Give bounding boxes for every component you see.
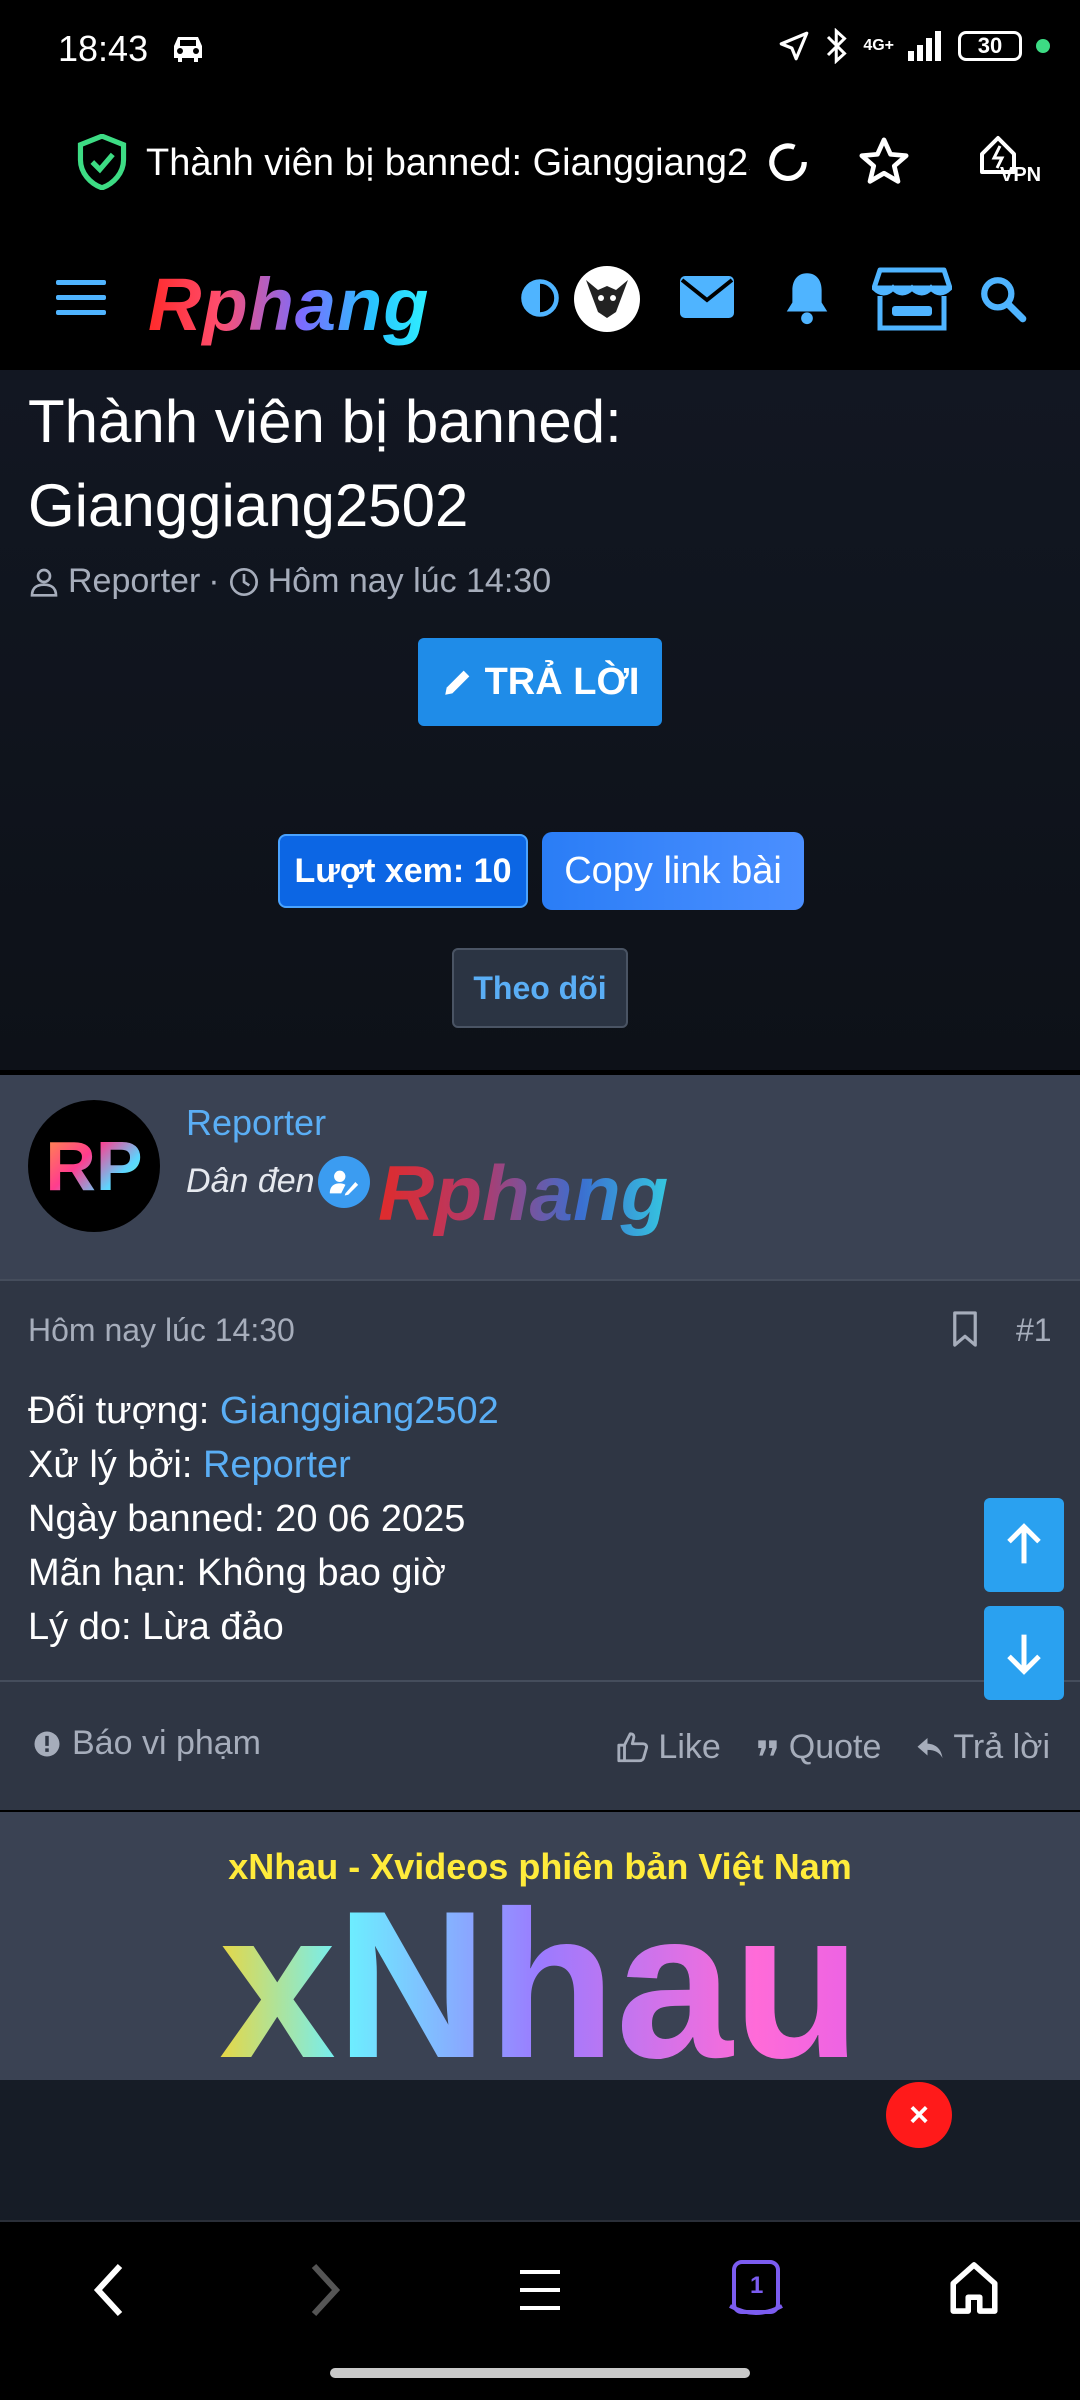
target-label: Đối tượng: bbox=[28, 1390, 220, 1432]
quote-button[interactable]: Quote bbox=[755, 1728, 882, 1767]
vpn-label: VPN bbox=[1000, 164, 1042, 186]
bell-icon[interactable] bbox=[780, 268, 834, 333]
network-label: 4G+ bbox=[863, 37, 894, 54]
post-content: Đối tượng: Gianggiang2502 Xử lý bởi: Rep… bbox=[28, 1384, 499, 1654]
user-title: Dân đen bbox=[186, 1162, 315, 1200]
post-username[interactable]: Reporter bbox=[186, 1102, 326, 1144]
target-link[interactable]: Gianggiang2502 bbox=[220, 1390, 499, 1432]
forward-icon[interactable] bbox=[304, 2262, 344, 2323]
expiry-line: Mãn hạn: Không bao giờ bbox=[28, 1552, 446, 1594]
scroll-down-button[interactable] bbox=[984, 1606, 1064, 1700]
car-icon bbox=[168, 32, 208, 71]
views-counter[interactable]: Lượt xem: 10 bbox=[278, 834, 528, 908]
thread-title: Thành viên bị banned: Gianggiang2502 bbox=[28, 388, 622, 539]
reply-button[interactable]: TRẢ LỜI bbox=[418, 638, 662, 726]
thumbs-up-icon bbox=[617, 1731, 649, 1762]
reload-icon[interactable] bbox=[762, 136, 814, 193]
pencil-icon bbox=[444, 670, 469, 695]
battery-icon: 30 bbox=[958, 31, 1022, 61]
thread-author[interactable]: Reporter bbox=[68, 562, 200, 601]
url-title[interactable]: Thành viên bị banned: Gianggiang2502 bbox=[146, 142, 750, 185]
thread-meta: Reporter · Hôm nay lúc 14:30 bbox=[28, 562, 551, 601]
ban-date-line: Ngày banned: 20 06 2025 bbox=[28, 1498, 466, 1540]
user-avatar-icon[interactable] bbox=[574, 266, 640, 332]
avatar[interactable]: RP bbox=[28, 1100, 160, 1232]
copy-link-button[interactable]: Copy link bài bbox=[542, 832, 804, 910]
divider bbox=[0, 1680, 1080, 1682]
post-date[interactable]: Hôm nay lúc 14:30 bbox=[28, 1312, 295, 1349]
report-link[interactable]: Báo vi phạm bbox=[32, 1724, 261, 1763]
quote-label: Quote bbox=[788, 1728, 882, 1766]
vpn-icon[interactable]: VPN bbox=[972, 130, 1042, 195]
arrow-down-icon bbox=[1007, 1634, 1041, 1675]
theme-toggle-icon[interactable] bbox=[518, 276, 562, 325]
quote-icon bbox=[758, 1739, 777, 1756]
status-icons: 4G+ 30 bbox=[777, 28, 1050, 64]
search-icon[interactable] bbox=[978, 274, 1028, 329]
location-icon bbox=[780, 31, 809, 61]
bookmark-icon[interactable] bbox=[950, 1310, 980, 1353]
scroll-up-button[interactable] bbox=[984, 1498, 1064, 1592]
meta-separator: · bbox=[208, 562, 220, 600]
report-label: Báo vi phạm bbox=[72, 1724, 261, 1762]
tabs-icon[interactable]: 1 bbox=[726, 2258, 786, 2325]
like-label: Like bbox=[658, 1728, 721, 1766]
signal-icon bbox=[908, 31, 941, 61]
reply-action-button[interactable]: Trả lời bbox=[915, 1728, 1050, 1767]
privacy-indicator bbox=[1036, 39, 1050, 53]
reply-action-label: Trả lời bbox=[953, 1728, 1050, 1766]
user-icon bbox=[30, 568, 58, 597]
menu-icon[interactable] bbox=[54, 276, 110, 325]
post-number[interactable]: #1 bbox=[1016, 1312, 1052, 1349]
tab-count: 1 bbox=[750, 2272, 764, 2299]
alert-icon bbox=[34, 1731, 60, 1756]
divider bbox=[0, 2220, 1080, 2222]
mail-icon[interactable] bbox=[678, 274, 736, 325]
back-icon[interactable] bbox=[90, 2262, 130, 2323]
handled-link[interactable]: Reporter bbox=[203, 1444, 351, 1486]
bluetooth-icon bbox=[827, 28, 847, 64]
gesture-bar[interactable] bbox=[330, 2368, 750, 2378]
target-line: Đối tượng: Gianggiang2502 bbox=[28, 1384, 499, 1438]
avatar-initials: RP bbox=[45, 1127, 143, 1205]
follow-button[interactable]: Theo dõi bbox=[452, 948, 628, 1028]
reason-line: Lý do: Lừa đảo bbox=[28, 1606, 284, 1648]
handled-label: Xử lý bởi: bbox=[28, 1444, 203, 1486]
post-actions: Like Quote Trả lời bbox=[616, 1728, 1050, 1767]
reply-button-label: TRẢ LỜI bbox=[484, 660, 640, 703]
star-icon[interactable] bbox=[856, 134, 912, 195]
home-icon[interactable] bbox=[946, 2258, 1002, 2323]
user-banner-logo: Rphang bbox=[378, 1149, 669, 1237]
ad-close-button[interactable]: × bbox=[886, 2082, 952, 2148]
store-icon[interactable] bbox=[871, 266, 953, 337]
verified-user-icon bbox=[318, 1156, 370, 1208]
menu-lines-icon[interactable] bbox=[518, 2266, 562, 2319]
handled-line: Xử lý bởi: Reporter bbox=[28, 1438, 499, 1492]
reply-arrow-icon bbox=[917, 1737, 943, 1758]
shield-icon[interactable] bbox=[76, 133, 128, 195]
ad-logo[interactable]: xNhau bbox=[0, 1880, 1080, 2090]
arrow-up-icon bbox=[1007, 1523, 1041, 1564]
divider bbox=[0, 1279, 1080, 1281]
like-button[interactable]: Like bbox=[616, 1728, 721, 1767]
clock-icon bbox=[229, 567, 258, 596]
status-time: 18:43 bbox=[58, 28, 149, 69]
forum-logo[interactable]: Rphang bbox=[148, 262, 429, 347]
thread-time[interactable]: Hôm nay lúc 14:30 bbox=[268, 562, 552, 601]
